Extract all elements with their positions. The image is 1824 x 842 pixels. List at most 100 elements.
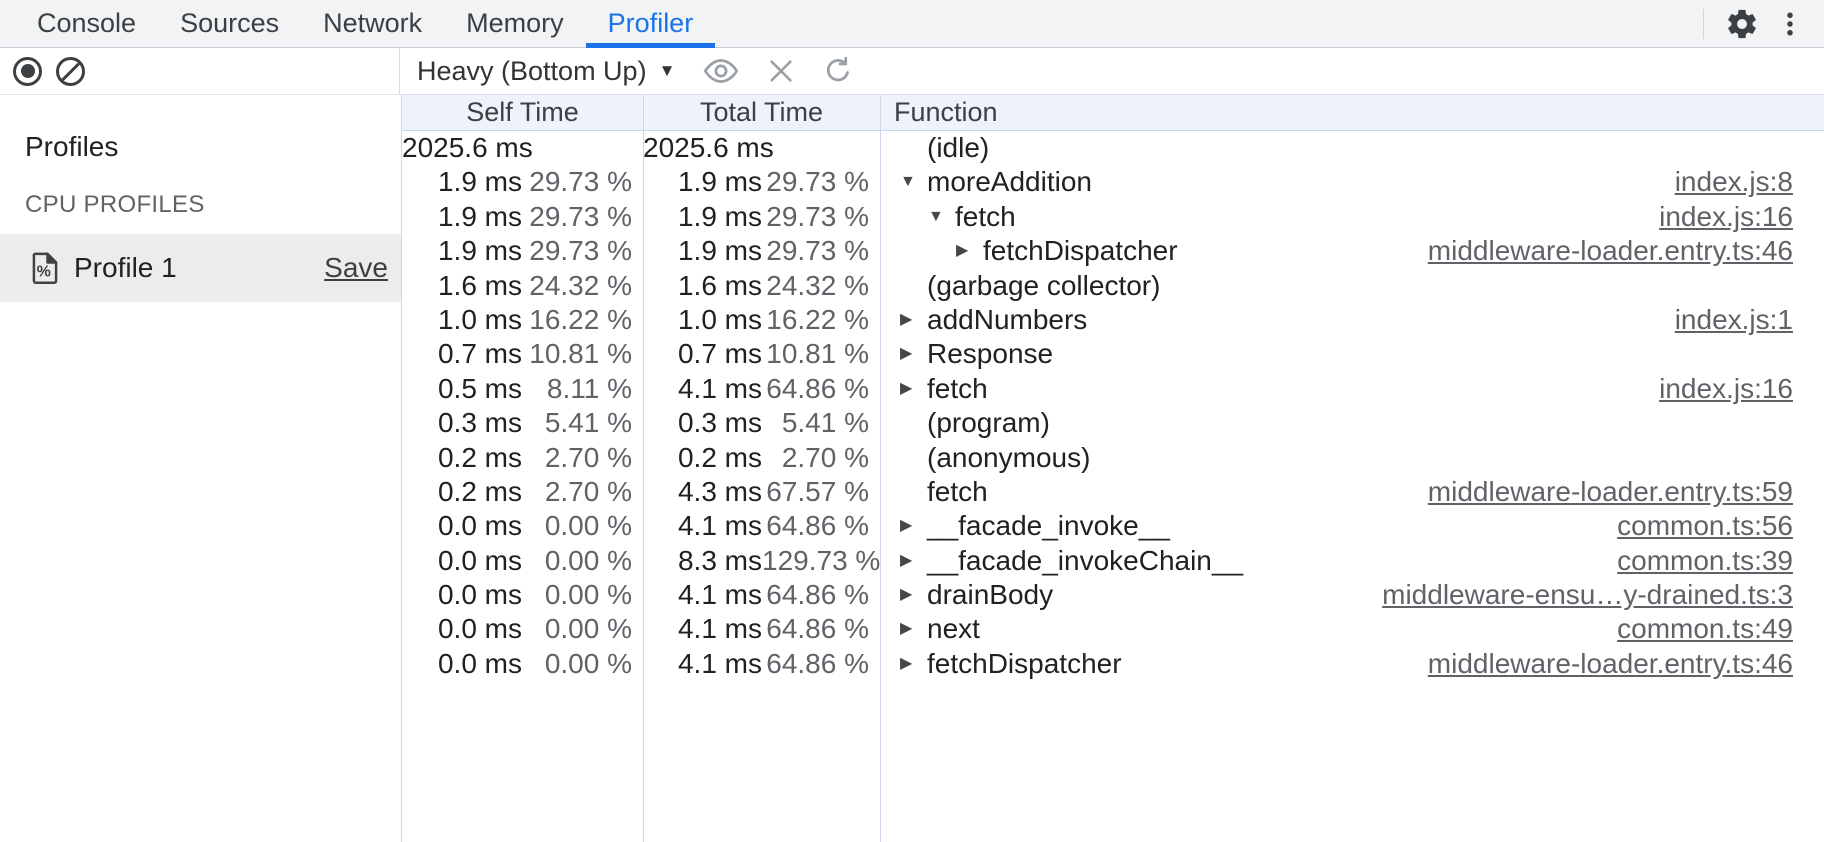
record-icon[interactable]	[13, 57, 42, 86]
source-location-link[interactable]: common.ts:49	[1597, 612, 1824, 646]
tab-sources[interactable]: Sources	[158, 0, 301, 47]
table-row[interactable]: 1.6 ms 24.32 % 1.6 ms 24.32 % (garbage c…	[402, 269, 1824, 303]
self-time-cell: 0.3 ms 5.41 %	[402, 406, 643, 440]
self-time-cell: 0.0 ms 0.00 %	[402, 612, 643, 646]
function-name: (idle)	[927, 131, 989, 165]
expander-icon[interactable]: ▶	[900, 544, 927, 578]
function-name: fetch	[927, 372, 988, 406]
expander-icon[interactable]: ▶	[900, 612, 927, 646]
self-time-percent: 29.73 %	[522, 234, 643, 268]
total-time-cell: 1.9 ms 29.73 %	[643, 200, 880, 234]
source-location-link[interactable]: index.js:8	[1655, 165, 1824, 199]
table-row[interactable]: 0.0 ms 0.00 % 8.3 ms 129.73 % ▶ __facade…	[402, 544, 1824, 578]
column-header-total-time[interactable]: Total Time	[643, 95, 880, 130]
exclude-x-icon[interactable]	[767, 57, 795, 85]
tab-profiler[interactable]: Profiler	[586, 0, 716, 47]
table-row[interactable]: 0.2 ms 2.70 % 4.3 ms 67.57 % fetch middl…	[402, 475, 1824, 509]
tab-network[interactable]: Network	[301, 0, 444, 47]
function-name: addNumbers	[927, 303, 1087, 337]
view-mode-dropdown[interactable]: Heavy (Bottom Up) ▼	[417, 56, 675, 87]
tab-console[interactable]: Console	[15, 0, 158, 47]
profile-data-grid: Self Time Total Time Function 2025.6 ms …	[401, 95, 1824, 842]
profile-list-item[interactable]: % Profile 1 Save	[0, 234, 401, 302]
self-time-percent: 29.73 %	[522, 200, 643, 234]
tabbar-right-controls	[1703, 0, 1824, 47]
table-row[interactable]: 0.3 ms 5.41 % 0.3 ms 5.41 % (program)	[402, 406, 1824, 440]
source-location-link[interactable]: common.ts:39	[1597, 544, 1824, 578]
table-row[interactable]: 1.9 ms 29.73 % 1.9 ms 29.73 % ▶ fetchDis…	[402, 234, 1824, 268]
expander-icon[interactable]: ▶	[900, 578, 927, 612]
function-name: fetch	[927, 475, 988, 509]
record-dot	[21, 64, 35, 78]
self-time-ms: 1.9 ms	[402, 165, 522, 199]
self-time-cell: 0.7 ms 10.81 %	[402, 337, 643, 371]
profiles-sidebar: Profiles CPU PROFILES % Profile 1 Save	[0, 95, 401, 842]
table-row[interactable]: 0.7 ms 10.81 % 0.7 ms 10.81 % ▶ Response	[402, 337, 1824, 371]
tab-label: Memory	[466, 8, 564, 39]
focus-eye-icon[interactable]	[703, 56, 739, 86]
source-location-link[interactable]: middleware-ensu…y-drained.ts:3	[1362, 578, 1824, 612]
table-row[interactable]: 0.2 ms 2.70 % 0.2 ms 2.70 % (anonymous)	[402, 441, 1824, 475]
expander-icon[interactable]: ▶	[956, 234, 983, 268]
profiler-toolbar: Heavy (Bottom Up) ▼	[0, 48, 1824, 95]
table-row[interactable]: 0.0 ms 0.00 % 4.1 ms 64.86 % ▶ __facade_…	[402, 509, 1824, 543]
self-time-percent: 8.11 %	[522, 372, 643, 406]
total-time-percent: 2.70 %	[762, 441, 880, 475]
settings-gear-icon[interactable]	[1718, 2, 1766, 46]
total-time-percent: 64.86 %	[762, 647, 880, 681]
table-row[interactable]: 0.0 ms 0.00 % 4.1 ms 64.86 % ▶ fetchDisp…	[402, 647, 1824, 681]
self-time-percent: 10.81 %	[522, 337, 643, 371]
tab-label: Profiler	[608, 8, 694, 39]
source-location-link[interactable]: middleware-loader.entry.ts:59	[1408, 475, 1824, 509]
table-row[interactable]: 1.9 ms 29.73 % 1.9 ms 29.73 % ▼ moreAddi…	[402, 165, 1824, 199]
column-divider[interactable]	[880, 95, 881, 842]
total-time-cell: 1.0 ms 16.22 %	[643, 303, 880, 337]
source-location-link[interactable]: common.ts:56	[1597, 509, 1824, 543]
total-time-ms: 4.1 ms	[643, 647, 762, 681]
source-location-link[interactable]: middleware-loader.entry.ts:46	[1408, 234, 1824, 268]
expander-icon[interactable]: ▶	[900, 509, 927, 543]
self-time-percent: 2.70 %	[522, 441, 643, 475]
table-row[interactable]: 0.5 ms 8.11 % 4.1 ms 64.86 % ▶ fetch ind…	[402, 372, 1824, 406]
expander-icon[interactable]: ▼	[928, 200, 955, 234]
function-cell: ▶ __facade_invoke__ common.ts:56	[880, 509, 1824, 543]
total-time-percent: 64.86 %	[762, 612, 880, 646]
total-time-cell: 4.1 ms 64.86 %	[643, 372, 880, 406]
self-time-cell: 0.0 ms 0.00 %	[402, 578, 643, 612]
table-row[interactable]: 1.0 ms 16.22 % 1.0 ms 16.22 % ▶ addNumbe…	[402, 303, 1824, 337]
table-row[interactable]: 0.0 ms 0.00 % 4.1 ms 64.86 % ▶ drainBody…	[402, 578, 1824, 612]
save-profile-link[interactable]: Save	[324, 252, 388, 284]
more-options-icon[interactable]	[1766, 2, 1814, 46]
column-header-function[interactable]: Function	[880, 95, 1824, 130]
total-time-cell: 4.1 ms 64.86 %	[643, 509, 880, 543]
total-time-ms: 4.1 ms	[643, 578, 762, 612]
tab-memory[interactable]: Memory	[444, 0, 586, 47]
source-location-link[interactable]: index.js:1	[1655, 303, 1824, 337]
total-time-ms: 0.3 ms	[643, 406, 762, 440]
devtools-tab-bar: Console Sources Network Memory Profiler	[0, 0, 1824, 48]
clear-icon[interactable]	[56, 57, 85, 86]
source-location-link[interactable]: index.js:16	[1639, 372, 1824, 406]
source-location-link[interactable]: index.js:16	[1639, 200, 1824, 234]
restore-refresh-icon[interactable]	[823, 56, 853, 86]
table-row[interactable]: 2025.6 ms 2025.6 ms (idle)	[402, 131, 1824, 165]
expander-icon[interactable]: ▼	[900, 165, 927, 199]
table-row[interactable]: 1.9 ms 29.73 % 1.9 ms 29.73 % ▼ fetch in…	[402, 200, 1824, 234]
column-divider[interactable]	[643, 95, 644, 842]
source-location-link[interactable]: middleware-loader.entry.ts:46	[1408, 647, 1824, 681]
total-time-ms: 1.6 ms	[643, 269, 762, 303]
expander-icon[interactable]: ▶	[900, 303, 927, 337]
grid-rows: 2025.6 ms 2025.6 ms (idle) 1.9 ms 29.73 …	[402, 131, 1824, 681]
tab-label: Sources	[180, 8, 279, 39]
expander-icon[interactable]: ▶	[900, 337, 927, 371]
total-time-ms: 4.1 ms	[643, 612, 762, 646]
expander-icon[interactable]: ▶	[900, 647, 927, 681]
function-cell: ▶ fetchDispatcher middleware-loader.entr…	[880, 234, 1824, 268]
self-time-percent: 24.32 %	[522, 269, 643, 303]
expander-icon[interactable]: ▶	[900, 372, 927, 406]
column-header-self-time[interactable]: Self Time	[402, 95, 643, 130]
total-time-cell: 4.3 ms 67.57 %	[643, 475, 880, 509]
self-time-cell: 0.0 ms 0.00 %	[402, 647, 643, 681]
table-row[interactable]: 0.0 ms 0.00 % 4.1 ms 64.86 % ▶ next comm…	[402, 612, 1824, 646]
total-time-percent: 29.73 %	[762, 165, 880, 199]
